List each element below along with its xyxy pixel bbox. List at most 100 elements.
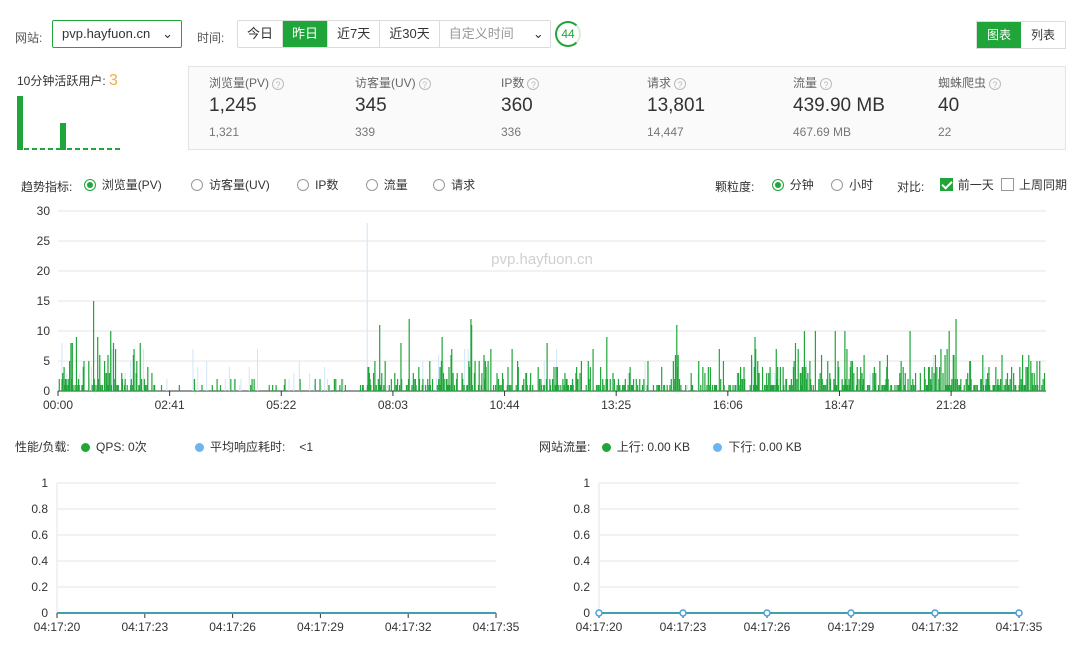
- stat-title: 流量: [793, 76, 818, 90]
- bar-previous-day: [423, 385, 425, 391]
- refresh-countdown[interactable]: 44: [555, 21, 581, 47]
- time-option-yesterday[interactable]: 昨日: [283, 21, 329, 47]
- view-chart-button[interactable]: 图表: [977, 22, 1021, 48]
- radio-metric-traffic[interactable]: 流量: [365, 176, 408, 193]
- bar-current: [1025, 367, 1027, 391]
- y-tick-label: 0.6: [31, 528, 48, 542]
- x-tick-label: 04:17:23: [660, 620, 707, 634]
- bar-current: [562, 379, 564, 391]
- bar-current: [272, 385, 274, 391]
- bar-current: [934, 355, 937, 391]
- bar-current: [151, 373, 153, 391]
- bar-current: [538, 379, 541, 391]
- radio-metric-uv[interactable]: 访客量(UV): [191, 176, 270, 193]
- perf-chart[interactable]: 0 0.2 0.4 0.6 0.8 1 04:17:20 04:17:23 04:17:26 04…: [0, 470, 530, 645]
- x-tick-label: 04:17:29: [297, 620, 344, 634]
- stat-previous: 22: [938, 125, 952, 139]
- bar-previous-day: [342, 379, 344, 391]
- x-tick-label: 18:47: [824, 398, 854, 412]
- legend-qps[interactable]: QPS: 0次: [81, 440, 147, 454]
- x-tick-label: 04:17:26: [744, 620, 791, 634]
- view-list-button[interactable]: 列表: [1021, 22, 1065, 48]
- compare-row: 对比: 前一天 上周同期: [897, 176, 1067, 195]
- bar-current: [674, 355, 677, 391]
- bar-current: [661, 367, 663, 391]
- x-tick-label: 04:17:29: [828, 620, 875, 634]
- bar-current: [496, 373, 498, 391]
- legend-response-time[interactable]: 平均响应耗时: <1: [195, 440, 313, 454]
- help-icon[interactable]: ?: [989, 77, 1002, 90]
- bar-current: [133, 349, 135, 391]
- bar-current: [970, 379, 972, 391]
- legend-download[interactable]: 下行: 0.00 KB: [713, 440, 802, 454]
- chart-watermark: pvp.hayfuon.cn: [491, 251, 593, 268]
- bar-current: [558, 385, 560, 391]
- bar-current: [211, 385, 213, 391]
- bar-current: [838, 367, 840, 391]
- legend-upload[interactable]: 上行: 0.00 KB: [601, 440, 690, 454]
- stat-value: 40: [938, 95, 960, 116]
- bar-current: [942, 373, 944, 391]
- bar-current: [523, 379, 525, 391]
- bar-current: [110, 385, 113, 391]
- help-icon[interactable]: ?: [820, 77, 833, 90]
- bar-current: [1008, 385, 1010, 391]
- bar-current: [515, 385, 517, 391]
- checkbox-compare-last-week[interactable]: 上周同期: [1001, 176, 1067, 193]
- y-tick-label: 10: [37, 324, 51, 338]
- x-tick-label: 00:00: [43, 398, 73, 412]
- radio-metric-pv[interactable]: 浏览量(PV): [83, 176, 162, 193]
- radio-granularity-hour[interactable]: 小时: [831, 176, 873, 193]
- stat-title: 访客量(UV): [355, 76, 416, 90]
- bar-current: [629, 367, 631, 391]
- time-option-30days[interactable]: 近30天: [380, 21, 440, 47]
- bar-current: [728, 385, 730, 391]
- bar-current: [474, 361, 476, 391]
- x-tick-label: 04:17:35: [996, 620, 1043, 634]
- bar-current: [1028, 355, 1030, 391]
- bar-current: [729, 385, 731, 391]
- radio-metric-requests[interactable]: 请求: [433, 176, 475, 193]
- bar-current: [680, 385, 682, 391]
- bar-current: [825, 385, 827, 391]
- traffic-chart[interactable]: 0 0.2 0.4 0.6 0.8 1 04:17:20 04:17:23 04:17:26 04…: [540, 470, 1060, 645]
- stat-previous: 14,447: [647, 125, 684, 139]
- bar-previous-day: [687, 385, 689, 391]
- bar-current: [704, 373, 706, 391]
- data-point: [1015, 609, 1023, 617]
- custom-time-picker[interactable]: 自定义时间 ⌄: [440, 21, 550, 47]
- help-icon[interactable]: ?: [418, 77, 431, 90]
- trend-chart[interactable]: 0 5 10 15 20 25 30 00:00 02:41 05:22 08:03 10:44 13:…: [0, 200, 1085, 418]
- bar-current: [1035, 385, 1037, 391]
- bar-current: [1003, 385, 1005, 391]
- radio-metric-ip[interactable]: IP数: [297, 176, 338, 193]
- bar-current: [647, 361, 649, 391]
- bar-current: [677, 355, 679, 391]
- radio-granularity-minute[interactable]: 分钟: [771, 176, 814, 193]
- bar-current: [606, 379, 609, 391]
- time-option-7days[interactable]: 近7天: [328, 21, 381, 47]
- bar-current: [931, 367, 933, 391]
- legend-dot-icon: [713, 443, 723, 453]
- bar-current: [374, 361, 376, 391]
- help-icon[interactable]: ?: [272, 77, 285, 90]
- help-icon[interactable]: ?: [674, 77, 687, 90]
- help-icon[interactable]: ?: [527, 77, 540, 90]
- checkbox-compare-prev-day[interactable]: 前一天: [939, 176, 994, 193]
- bar-current: [139, 343, 141, 391]
- bar-current: [803, 331, 806, 391]
- bar-current: [579, 373, 581, 391]
- bar-current: [814, 331, 816, 391]
- bar-current: [600, 367, 602, 391]
- bar-current: [794, 343, 797, 391]
- bar-current: [453, 385, 456, 391]
- active-users-title: 10分钟活跃用户: 3: [17, 72, 118, 90]
- y-tick-label: 0.4: [573, 554, 590, 568]
- bar-current: [1021, 355, 1024, 391]
- bar-current: [500, 385, 502, 391]
- bar-current: [117, 385, 119, 391]
- bar-current: [577, 379, 579, 391]
- site-select[interactable]: pvp.hayfuon.cn ⌄: [52, 20, 182, 48]
- time-option-today[interactable]: 今日: [238, 21, 284, 47]
- time-range-group: 今日 昨日 近7天 近30天 自定义时间 ⌄: [237, 20, 551, 48]
